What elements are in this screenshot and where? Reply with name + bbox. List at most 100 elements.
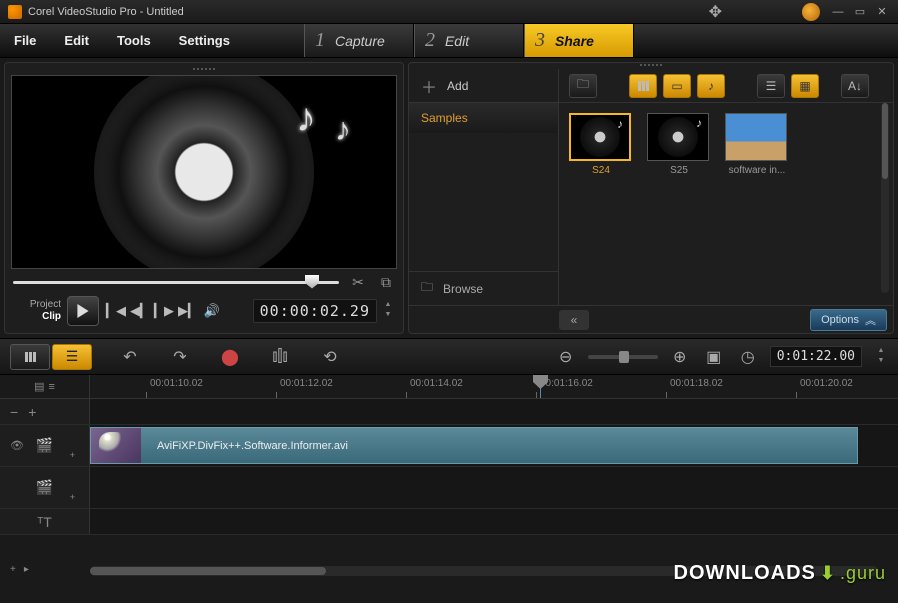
title-track-header[interactable]: ᵀT xyxy=(0,509,90,534)
film-icon: ▤ xyxy=(34,380,44,393)
menu-tools[interactable]: Tools xyxy=(103,24,165,57)
clip-thumbnail xyxy=(91,428,141,463)
filter-video-button[interactable] xyxy=(629,74,657,98)
settings-gear-icon[interactable] xyxy=(802,3,820,21)
view-list-button[interactable]: ☰ xyxy=(757,74,785,98)
collapse-button[interactable]: « xyxy=(559,310,589,330)
minus-icon: − xyxy=(10,404,18,420)
thumb-label: software in... xyxy=(725,165,789,176)
timeline-toolbar: ☰ ↶ ↷ ⬤ ⫾⫿⫾ ⟲ ⊖ ⊕ ▣ ◷ 0:01:22.00 ▲▼ xyxy=(0,339,898,375)
menu-file[interactable]: File xyxy=(0,24,50,57)
audio-mixer-button[interactable]: ⫾⫿⫾ xyxy=(268,348,292,366)
video-clip[interactable]: AviFiXP.DivFix++.Software.Informer.avi xyxy=(90,427,858,464)
plus-icon: + xyxy=(28,404,36,420)
end-button[interactable]: ▶▎ xyxy=(177,300,199,322)
mark-range-icon[interactable]: ⧉ xyxy=(377,273,395,291)
library-scrollbar[interactable] xyxy=(881,103,889,293)
library-panel: ＋ Add Samples 🗀 Browse 🗀 ▭ ♪ xyxy=(408,62,894,334)
minimize-button[interactable]: — xyxy=(830,5,846,19)
eye-icon: 👁 xyxy=(10,439,24,452)
app-icon xyxy=(8,5,22,19)
library-sidebar: ＋ Add Samples 🗀 Browse xyxy=(409,69,559,305)
video-track-icon: 🎬 xyxy=(36,437,53,454)
preview-viewport[interactable]: ♪ ♪ xyxy=(11,75,397,269)
record-button[interactable]: ⬤ xyxy=(218,347,242,367)
next-frame-button[interactable]: ▎▶ xyxy=(153,300,175,322)
fit-button[interactable]: ▣ xyxy=(702,347,726,367)
track-controls[interactable]: − + xyxy=(0,399,90,424)
title-track-icon: ᵀT xyxy=(37,514,52,530)
timecode-spinner[interactable]: ▲▼ xyxy=(381,301,395,321)
clip-label: Clip xyxy=(13,311,61,323)
step-edit[interactable]: 2 Edit xyxy=(414,24,524,57)
view-grid-button[interactable]: ▦ xyxy=(791,74,819,98)
preview-panel: ♪ ♪ ✂ ⧉ Project Clip ▎◀ ◀▎ ▎▶ ▶▎ 🔊 00:00… xyxy=(4,62,404,334)
step-number: 1 xyxy=(315,29,325,52)
move-icon[interactable]: ✥ xyxy=(709,2,722,22)
library-item[interactable]: ♪ S24 xyxy=(569,113,633,176)
library-browse-button[interactable]: 🗀 Browse xyxy=(409,271,558,305)
redo-button[interactable]: ↷ xyxy=(168,347,192,367)
add-label: Add xyxy=(447,79,468,93)
preview-content xyxy=(94,75,314,269)
scrub-handle[interactable] xyxy=(305,275,319,289)
preview-timecode[interactable]: 00:00:02.29 xyxy=(253,299,377,323)
thumb-label: S25 xyxy=(647,165,711,176)
ruler-tick: 00:01:18.02 xyxy=(670,378,723,389)
title-track-lane[interactable] xyxy=(90,509,898,534)
overlay-track-lane[interactable] xyxy=(90,467,898,508)
scrub-slider[interactable] xyxy=(13,281,339,284)
library-add-button[interactable]: ＋ Add xyxy=(409,69,558,103)
zoom-slider[interactable] xyxy=(588,355,658,359)
video-track-header[interactable]: 👁 🎬 + xyxy=(0,425,90,466)
video-track-lane[interactable]: AviFiXP.DivFix++.Software.Informer.avi xyxy=(90,425,898,466)
track-lane[interactable] xyxy=(90,399,898,424)
duration-spinner[interactable]: ▲▼ xyxy=(874,347,888,367)
batch-convert-button[interactable]: ⟲ xyxy=(318,347,342,367)
step-share[interactable]: 3 Share xyxy=(524,24,634,57)
browse-label: Browse xyxy=(443,282,483,296)
library-toolbar: 🗀 ▭ ♪ ☰ ▦ A↓ xyxy=(559,69,893,103)
timeline-ruler[interactable]: 00:01:10.02 00:01:12.02 00:01:14.02 00:0… xyxy=(90,375,898,398)
storyboard-mode-button[interactable] xyxy=(10,344,50,370)
track-header-controls[interactable]: ▤ ≡ xyxy=(0,375,90,398)
close-button[interactable]: ✕ xyxy=(874,5,890,19)
playback-mode[interactable]: Project Clip xyxy=(13,299,61,323)
undo-button[interactable]: ↶ xyxy=(118,347,142,367)
add-track-button[interactable]: + ▸ xyxy=(0,560,90,578)
prev-frame-button[interactable]: ◀▎ xyxy=(129,300,151,322)
filter-photo-button[interactable]: ▭ xyxy=(663,74,691,98)
library-folder-samples[interactable]: Samples xyxy=(409,103,558,133)
project-label: Project xyxy=(13,299,61,311)
zoom-out-button[interactable]: ⊖ xyxy=(554,347,578,367)
library-item[interactable]: ♪ S25 xyxy=(647,113,711,176)
panel-grip[interactable] xyxy=(9,67,399,73)
open-folder-button[interactable]: 🗀 xyxy=(569,74,597,98)
cut-icon[interactable]: ✂ xyxy=(349,273,367,291)
timeline-mode-button[interactable]: ☰ xyxy=(52,344,92,370)
filter-audio-button[interactable]: ♪ xyxy=(697,74,725,98)
step-number: 3 xyxy=(535,29,545,52)
timeline-scrollbar[interactable] xyxy=(90,566,878,576)
add-overlay-icon: + xyxy=(70,492,75,502)
options-label: Options xyxy=(821,314,859,326)
thumb-label: S24 xyxy=(569,165,633,176)
overlay-track-header[interactable]: 🎬 + xyxy=(0,467,90,508)
ruler-tick: 00:01:20.02 xyxy=(800,378,853,389)
menu-settings[interactable]: Settings xyxy=(165,24,244,57)
window-title: Corel VideoStudio Pro - Untitled xyxy=(28,6,709,18)
zoom-in-button[interactable]: ⊕ xyxy=(668,347,692,367)
clock-icon[interactable]: ◷ xyxy=(736,347,760,367)
maximize-button[interactable]: ▭ xyxy=(852,5,868,19)
playhead[interactable] xyxy=(540,375,541,398)
add-overlay-icon: + xyxy=(70,450,75,460)
step-capture[interactable]: 1 Capture xyxy=(304,24,414,57)
start-button[interactable]: ▎◀ xyxy=(105,300,127,322)
library-item[interactable]: software in... xyxy=(725,113,789,176)
options-button[interactable]: Options ︽ xyxy=(810,309,887,331)
volume-icon[interactable]: 🔊 xyxy=(201,300,223,322)
menu-edit[interactable]: Edit xyxy=(50,24,103,57)
play-button[interactable] xyxy=(67,296,99,326)
list-icon: ≡ xyxy=(48,381,54,393)
sort-button[interactable]: A↓ xyxy=(841,74,869,98)
